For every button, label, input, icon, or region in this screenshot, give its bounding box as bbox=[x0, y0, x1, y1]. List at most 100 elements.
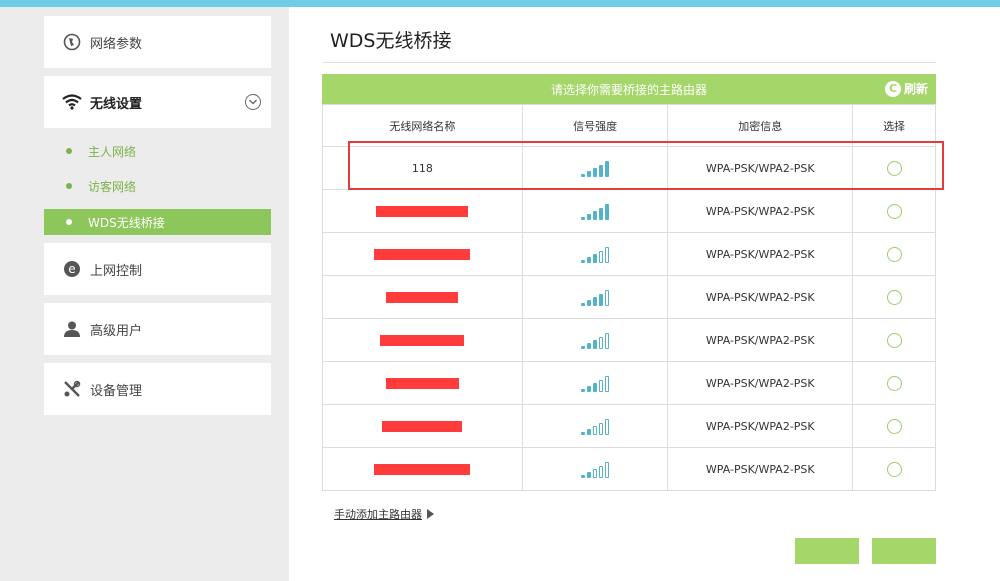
table-row[interactable]: WPA-PSK/WPA2-PSK bbox=[322, 189, 936, 233]
e-icon: e bbox=[62, 259, 82, 279]
add-router-link[interactable]: 手动添加主路由器 bbox=[334, 506, 434, 522]
bullet-icon bbox=[66, 183, 72, 189]
signal-bar bbox=[587, 300, 592, 306]
select-radio[interactable] bbox=[886, 375, 902, 391]
signal-strength-icon bbox=[581, 331, 610, 349]
signal-cell bbox=[521, 318, 669, 362]
sidebar-item-wds-bridge[interactable]: WDS无线桥接 bbox=[44, 209, 271, 235]
table-row[interactable]: WPA-PSK/WPA2-PSK bbox=[322, 275, 936, 319]
user-icon bbox=[62, 319, 82, 339]
select-radio[interactable] bbox=[886, 289, 902, 305]
signal-bar bbox=[605, 247, 610, 263]
select-radio[interactable] bbox=[886, 246, 902, 262]
table-row[interactable]: 118 WPA-PSK/WPA2-PSK bbox=[322, 146, 936, 190]
signal-bar bbox=[605, 419, 610, 435]
table-row[interactable]: WPA-PSK/WPA2-PSK bbox=[322, 232, 936, 276]
select-cell bbox=[852, 361, 936, 405]
bullet-icon bbox=[66, 148, 72, 154]
signal-bar bbox=[581, 260, 586, 263]
security-cell: WPA-PSK/WPA2-PSK bbox=[667, 318, 854, 362]
signal-bar bbox=[605, 161, 610, 177]
signal-bar bbox=[581, 389, 586, 392]
signal-bar bbox=[593, 168, 598, 177]
security-cell: WPA-PSK/WPA2-PSK bbox=[667, 146, 854, 190]
table-row[interactable]: WPA-PSK/WPA2-PSK bbox=[322, 361, 936, 405]
svg-text:e: e bbox=[68, 262, 75, 276]
table-row[interactable]: WPA-PSK/WPA2-PSK bbox=[322, 318, 936, 362]
ssid-cell bbox=[322, 361, 523, 405]
signal-bar bbox=[581, 432, 586, 435]
sidebar-item-label: 主人网络 bbox=[88, 144, 137, 159]
security-cell: WPA-PSK/WPA2-PSK bbox=[667, 361, 854, 405]
select-cell bbox=[852, 275, 936, 319]
back-button[interactable] bbox=[795, 538, 859, 564]
column-header: 信号强度 bbox=[521, 104, 669, 147]
sidebar-item-label: 访客网络 bbox=[88, 179, 137, 194]
security-cell: WPA-PSK/WPA2-PSK bbox=[667, 189, 854, 233]
menu-label: 无线设置 bbox=[90, 96, 143, 112]
panel-header: 请选择你需要桥接的主路由器 C 刷新 bbox=[322, 74, 936, 104]
signal-bar bbox=[581, 174, 586, 177]
signal-bar bbox=[587, 343, 592, 349]
menu-device-management[interactable]: 设备管理 bbox=[44, 363, 271, 415]
ssid-cell bbox=[322, 232, 523, 276]
select-cell bbox=[852, 232, 936, 276]
signal-bar bbox=[581, 303, 586, 306]
next-button[interactable] bbox=[872, 538, 936, 564]
menu-label: 网络参数 bbox=[90, 36, 143, 52]
signal-bar bbox=[581, 217, 586, 220]
bullet-icon bbox=[66, 219, 72, 225]
panel-header-text: 请选择你需要桥接的主路由器 bbox=[550, 82, 707, 97]
redaction-mark bbox=[385, 378, 459, 389]
select-cell bbox=[852, 189, 936, 233]
wireless-network-table: 无线网络名称 信号强度 加密信息 选择 118 WPA-PSK/WPA2-PSK W… bbox=[322, 104, 936, 491]
signal-bar bbox=[587, 171, 592, 177]
signal-bar bbox=[581, 475, 586, 478]
select-radio[interactable] bbox=[886, 418, 902, 434]
signal-cell bbox=[521, 361, 669, 405]
select-radio[interactable] bbox=[886, 160, 902, 176]
globe-icon bbox=[62, 32, 82, 52]
select-radio[interactable] bbox=[886, 461, 902, 477]
signal-bar bbox=[593, 254, 598, 263]
sidebar-item-guest-network[interactable]: 访客网络 bbox=[44, 173, 271, 199]
refresh-label: 刷新 bbox=[903, 82, 928, 96]
signal-bar bbox=[593, 297, 598, 306]
table-header-row: 无线网络名称 信号强度 加密信息 选择 bbox=[322, 104, 936, 147]
signal-cell bbox=[521, 404, 669, 448]
sidebar-item-host-network[interactable]: 主人网络 bbox=[44, 138, 271, 164]
menu-advanced-user[interactable]: 高级用户 bbox=[44, 303, 271, 355]
signal-cell bbox=[521, 275, 669, 319]
chevron-down-icon[interactable] bbox=[245, 94, 261, 110]
security-cell: WPA-PSK/WPA2-PSK bbox=[667, 404, 854, 448]
wifi-icon bbox=[62, 92, 82, 112]
signal-bar bbox=[605, 376, 610, 392]
table-row[interactable]: WPA-PSK/WPA2-PSK bbox=[322, 447, 936, 491]
signal-bar bbox=[587, 214, 592, 220]
select-radio[interactable] bbox=[886, 203, 902, 219]
menu-network-params[interactable]: 网络参数 bbox=[44, 16, 271, 68]
signal-bar bbox=[587, 257, 592, 263]
signal-cell bbox=[521, 447, 669, 491]
signal-bar bbox=[593, 340, 598, 349]
tools-icon bbox=[62, 379, 82, 399]
menu-internet-control[interactable]: e 上网控制 bbox=[44, 243, 271, 295]
select-cell bbox=[852, 447, 936, 491]
menu-wireless-settings[interactable]: 无线设置 bbox=[44, 76, 271, 128]
signal-bar bbox=[593, 211, 598, 220]
signal-strength-icon bbox=[581, 417, 610, 435]
select-radio[interactable] bbox=[886, 332, 902, 348]
refresh-button[interactable]: C 刷新 bbox=[884, 80, 928, 97]
signal-bar bbox=[587, 429, 592, 435]
signal-bar bbox=[605, 333, 610, 349]
top-bar bbox=[0, 0, 1000, 7]
select-cell bbox=[852, 146, 936, 190]
signal-strength-icon bbox=[581, 202, 610, 220]
ssid-cell bbox=[322, 404, 523, 448]
signal-bar bbox=[593, 469, 598, 478]
signal-bar bbox=[605, 290, 610, 306]
table-row[interactable]: WPA-PSK/WPA2-PSK bbox=[322, 404, 936, 448]
redaction-mark bbox=[376, 206, 469, 217]
security-cell: WPA-PSK/WPA2-PSK bbox=[667, 232, 854, 276]
security-cell: WPA-PSK/WPA2-PSK bbox=[667, 275, 854, 319]
